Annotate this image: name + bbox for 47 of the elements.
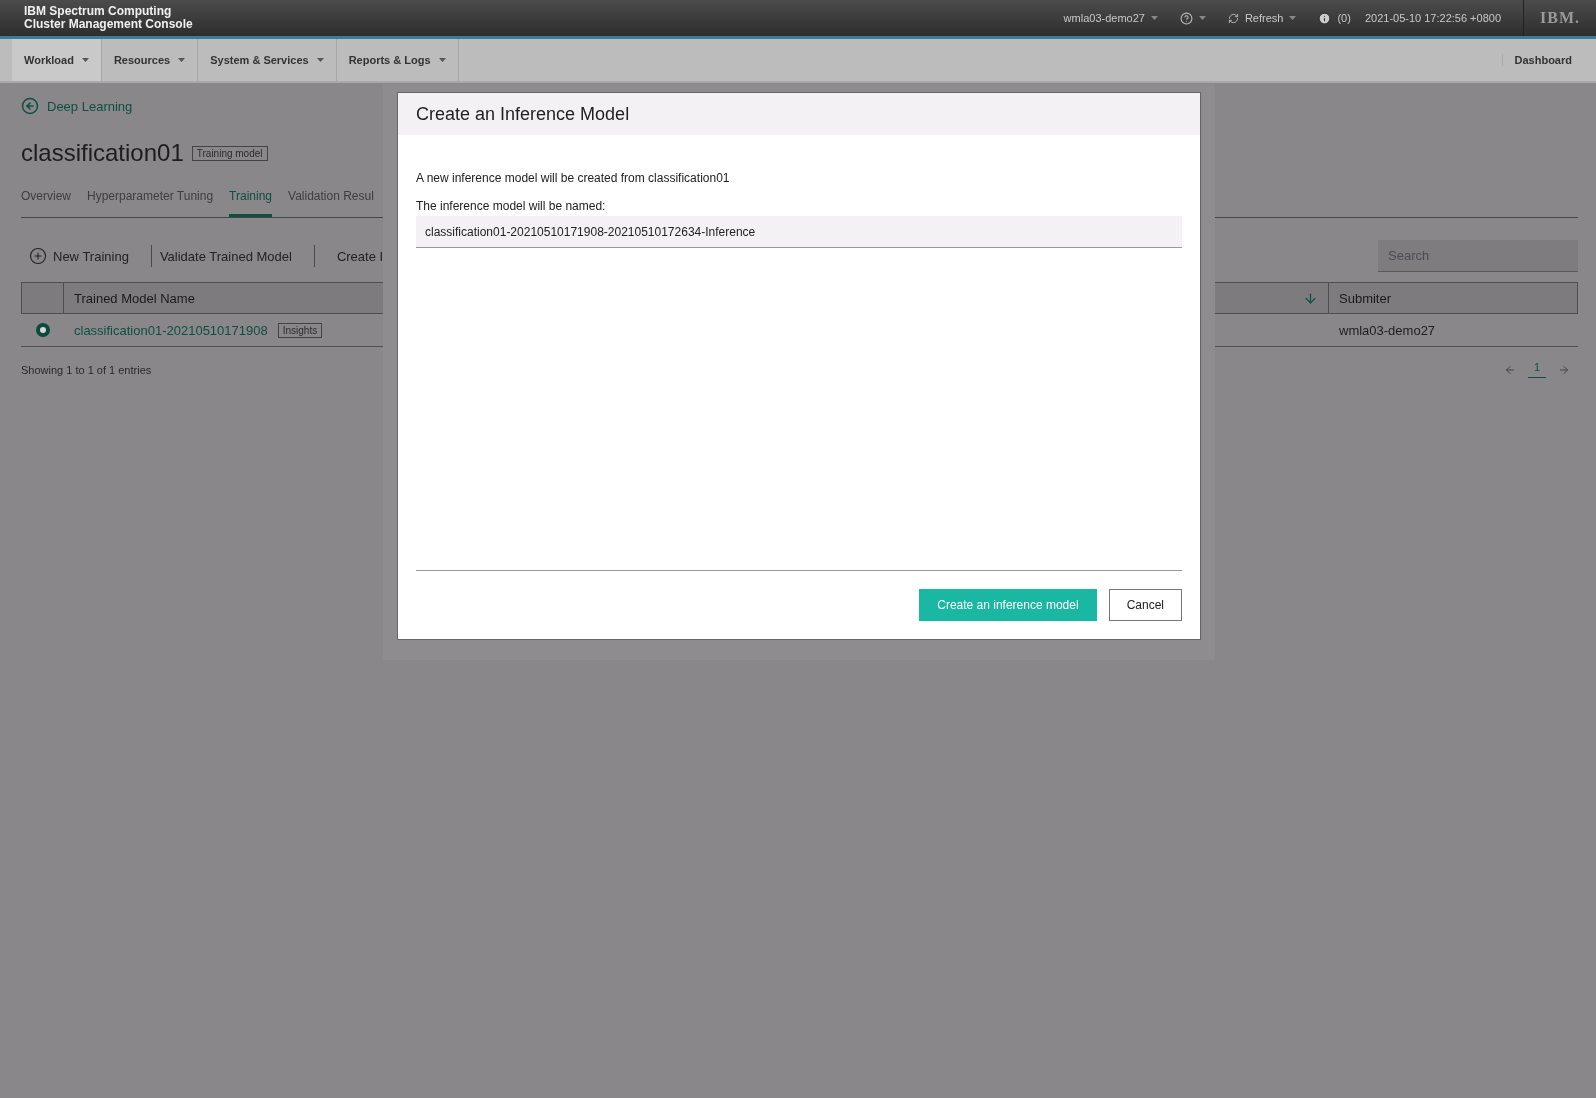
tab[interactable]: Training xyxy=(229,189,272,217)
back-link[interactable]: Deep Learning xyxy=(21,97,133,115)
sort-arrow-icon[interactable] xyxy=(1303,290,1318,306)
product-title: IBM Spectrum Computing Cluster Management Console xyxy=(23,5,194,31)
insights-tag[interactable]: Insights xyxy=(277,322,323,338)
table-cell: wmla03-demo27 xyxy=(1329,314,1578,347)
toolbar-button[interactable]: New Training xyxy=(21,245,152,267)
dashboard-link[interactable]: Dashboard xyxy=(1501,54,1596,66)
create-button[interactable]: Create an inference model xyxy=(919,589,1097,621)
toolbar-button[interactable]: Create I xyxy=(328,245,384,267)
add-icon xyxy=(29,247,47,265)
toolbar-button[interactable]: Validate Trained Model xyxy=(151,245,315,267)
caret-icon[interactable] xyxy=(81,58,89,62)
field-label: The inference model will be named: xyxy=(416,199,607,213)
page-title: classification01 xyxy=(21,139,184,167)
refresh-button[interactable]: Refresh xyxy=(1244,12,1284,24)
name-field[interactable]: classification01-20210510171908-20210510172634-Inference xyxy=(416,216,1182,248)
refresh-icon[interactable] xyxy=(1227,12,1239,24)
model-link[interactable]: classification01-20210510171908 xyxy=(74,322,268,338)
nav-menu-item[interactable]: Resources xyxy=(101,39,199,81)
radio-button[interactable] xyxy=(35,323,50,337)
nav-menu-item[interactable]: Reports & Logs xyxy=(336,39,459,81)
dialog-message: A new inference model will be created from classification01 xyxy=(416,171,731,185)
column-title: Trained Model Name xyxy=(74,290,195,306)
caret-icon[interactable] xyxy=(178,58,186,62)
tab[interactable]: Overview xyxy=(21,189,71,217)
nav-menu-item[interactable]: Workload xyxy=(12,39,102,81)
tab[interactable]: Hyperparameter Tuning xyxy=(87,189,214,217)
caret-icon[interactable] xyxy=(1289,16,1297,20)
help-icon[interactable] xyxy=(1179,11,1193,25)
user-menu[interactable]: wmla03-demo27 xyxy=(1063,12,1145,24)
column-header[interactable]: Submiter xyxy=(1329,282,1578,314)
caret-icon[interactable] xyxy=(1150,16,1158,20)
type-badge: Training model xyxy=(191,145,268,161)
tab[interactable]: Validation Resul xyxy=(288,189,374,217)
date-time: 2021-05-10 17:22:56 +0800 xyxy=(1364,12,1501,24)
caret-icon[interactable] xyxy=(1198,16,1206,20)
info-icon[interactable] xyxy=(1318,11,1332,25)
alert-count[interactable]: (0) xyxy=(1337,12,1351,24)
cancel-button[interactable]: Cancel xyxy=(1108,589,1182,621)
dialog-title: Create an Inference Model xyxy=(416,103,630,125)
entries-count: Showing 1 to 1 of 1 entries xyxy=(21,363,152,376)
caret-icon[interactable] xyxy=(438,58,446,62)
caret-icon[interactable] xyxy=(316,58,324,62)
nav-menu-item[interactable]: System & Services xyxy=(198,39,337,81)
logo: IBM. xyxy=(1523,0,1596,36)
page-number[interactable]: 1 xyxy=(1527,361,1546,378)
